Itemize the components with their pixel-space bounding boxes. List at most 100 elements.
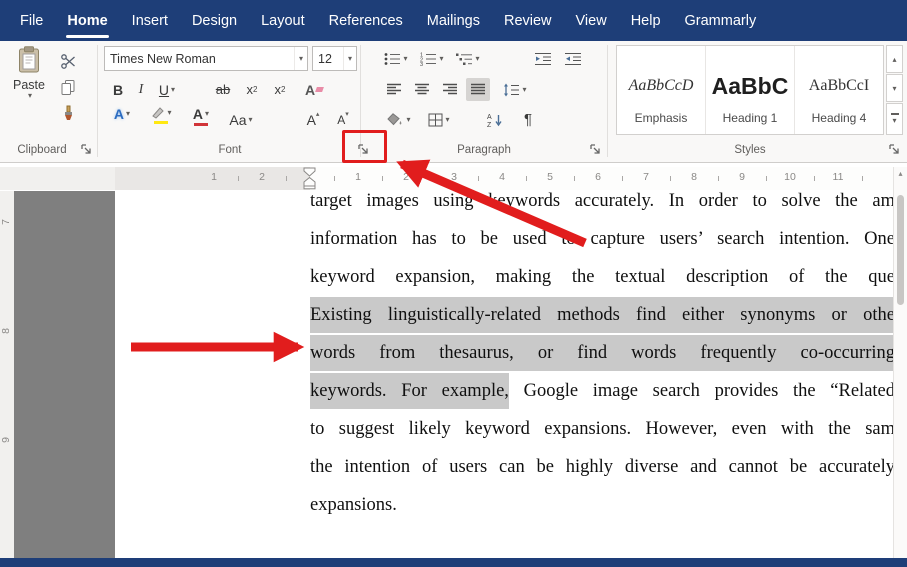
tab-home[interactable]: Home: [55, 0, 119, 41]
borders-button[interactable]: ▾: [422, 107, 456, 132]
font-group-label: Font: [218, 144, 242, 156]
line-spacing-icon: [504, 83, 520, 96]
document-text: target images using keywords accurately.…: [310, 191, 893, 211]
increase-indent-button[interactable]: [560, 46, 586, 71]
ruler-number: 9: [739, 171, 745, 183]
shrink-font-icon: A: [337, 112, 346, 127]
decrease-indent-button[interactable]: [530, 46, 556, 71]
italic-button[interactable]: I: [131, 78, 151, 101]
tab-file[interactable]: File: [8, 0, 55, 41]
group-divider: [97, 45, 98, 157]
document-line[interactable]: words from thesaurus, or find words freq…: [310, 334, 893, 372]
ribbon: Paste ▾ Clipboard Times New Roman ▾ 12 ▾…: [0, 41, 907, 163]
chevron-down-icon: ▾: [522, 84, 527, 94]
tab-review[interactable]: Review: [492, 0, 564, 41]
underline-button[interactable]: U ▾: [152, 78, 182, 101]
horizontal-ruler[interactable]: 2 1 1 2 3 4 5 6 7 8 9 10 11: [0, 167, 893, 190]
styles-dialog-launcher[interactable]: [888, 143, 902, 157]
chevron-down-icon: ▾: [475, 53, 480, 63]
shrink-font-button[interactable]: A ▾: [330, 107, 356, 132]
tab-insert[interactable]: Insert: [120, 0, 180, 41]
justify-button[interactable]: [466, 78, 490, 101]
superscript-button[interactable]: x2: [268, 78, 292, 101]
chevron-down-icon: ▾: [293, 47, 307, 70]
document-line[interactable]: Existing linguistically-related methods …: [310, 296, 893, 334]
scissors-icon: [60, 53, 75, 69]
style-emphasis[interactable]: AaBbCcD Emphasis: [617, 46, 706, 134]
font-dialog-launcher[interactable]: [357, 143, 371, 157]
tab-help[interactable]: Help: [619, 0, 673, 41]
style-heading-4[interactable]: AaBbCcI Heading 4: [795, 46, 883, 134]
document-line[interactable]: to suggest likely keyword expansions. Ho…: [310, 410, 893, 448]
paragraph-dialog-launcher[interactable]: [589, 143, 603, 157]
chevron-up-icon: ▴: [892, 54, 897, 64]
highlight-color-button[interactable]: ▾: [143, 107, 179, 132]
chevron-down-icon: ▾: [126, 109, 131, 118]
document-line[interactable]: the intention of users can be highly div…: [310, 448, 893, 486]
tab-references[interactable]: References: [317, 0, 415, 41]
chevron-down-icon: ▾: [27, 91, 32, 100]
align-center-button[interactable]: [410, 78, 434, 101]
font-color-icon: A: [192, 106, 204, 122]
bold-button[interactable]: B: [107, 78, 129, 101]
change-case-button[interactable]: Aa ▾: [223, 107, 259, 132]
chevron-down-icon: ▾: [167, 108, 172, 117]
align-left-button[interactable]: [382, 78, 406, 101]
shading-button[interactable]: ▾: [382, 107, 416, 132]
line-spacing-button[interactable]: ▾: [498, 78, 532, 101]
styles-scroll-up-button[interactable]: ▴: [886, 45, 903, 73]
selected-text: keywords. For example,: [310, 373, 509, 409]
format-painter-button[interactable]: [56, 101, 80, 125]
multilevel-list-button[interactable]: ▾: [452, 46, 484, 71]
styles-more-button[interactable]: ▾: [886, 103, 903, 135]
document-line[interactable]: information has to be used to capture us…: [310, 220, 893, 258]
document-line[interactable]: expansions.: [310, 486, 893, 524]
tab-mailings[interactable]: Mailings: [415, 0, 492, 41]
svg-text:3: 3: [420, 62, 423, 66]
strikethrough-button[interactable]: ab: [210, 78, 236, 101]
style-name-label: Heading 4: [811, 111, 867, 125]
show-paragraph-marks-button[interactable]: ¶: [516, 107, 540, 132]
clear-formatting-button[interactable]: A: [300, 78, 328, 101]
style-heading-1[interactable]: AaBbC Heading 1: [706, 46, 795, 134]
highlight-color-swatch: [154, 120, 168, 124]
tab-view[interactable]: View: [564, 0, 619, 41]
styles-scroll-down-button[interactable]: ▾: [886, 74, 903, 102]
scrollbar-thumb[interactable]: [897, 195, 904, 305]
document-line[interactable]: target images using keywords accurately.…: [310, 191, 893, 220]
document-line[interactable]: keywords. For example, Google image sear…: [310, 372, 893, 410]
cut-button[interactable]: [56, 49, 80, 73]
font-color-button[interactable]: A ▾: [185, 107, 217, 132]
text-effects-button[interactable]: A ▾: [107, 107, 137, 132]
tab-layout[interactable]: Layout: [249, 0, 317, 41]
chevron-down-icon: ▾: [892, 116, 897, 125]
ruler-number: 7: [0, 219, 12, 225]
ruler-number: 1: [211, 171, 217, 183]
subscript-button[interactable]: x2: [240, 78, 264, 101]
ruler-number: 9: [0, 437, 12, 443]
document-page[interactable]: target images using keywords accurately.…: [115, 191, 893, 558]
bullets-button[interactable]: ▾: [380, 46, 412, 71]
chevron-down-icon: ▾: [892, 83, 897, 93]
align-right-button[interactable]: [438, 78, 462, 101]
document-line[interactable]: keyword expansion, making the textual de…: [310, 258, 893, 296]
status-bar: [0, 558, 907, 567]
vertical-ruler[interactable]: 7 8 9: [0, 191, 14, 558]
scroll-up-arrow-icon[interactable]: ▴: [894, 169, 907, 178]
document-text: information has to be used to capture us…: [310, 229, 893, 249]
tab-design[interactable]: Design: [180, 0, 249, 41]
tab-grammarly[interactable]: Grammarly: [673, 0, 769, 41]
copy-button[interactable]: [56, 75, 80, 99]
chevron-up-icon: ▴: [315, 111, 320, 118]
grow-font-button[interactable]: A ▴: [300, 107, 326, 132]
paste-button[interactable]: Paste ▾: [6, 46, 52, 138]
numbering-button[interactable]: 123 ▾: [416, 46, 448, 71]
font-name-select[interactable]: Times New Roman ▾: [104, 46, 308, 71]
text-column: target images using keywords accurately.…: [310, 191, 893, 524]
clipboard-dialog-launcher[interactable]: [80, 143, 94, 157]
font-size-select[interactable]: 12 ▾: [312, 46, 357, 71]
indent-markers[interactable]: [302, 167, 317, 190]
vertical-scrollbar[interactable]: ▴: [893, 167, 907, 558]
font-name-value: Times New Roman: [110, 51, 216, 66]
sort-button[interactable]: AZ: [480, 107, 510, 132]
